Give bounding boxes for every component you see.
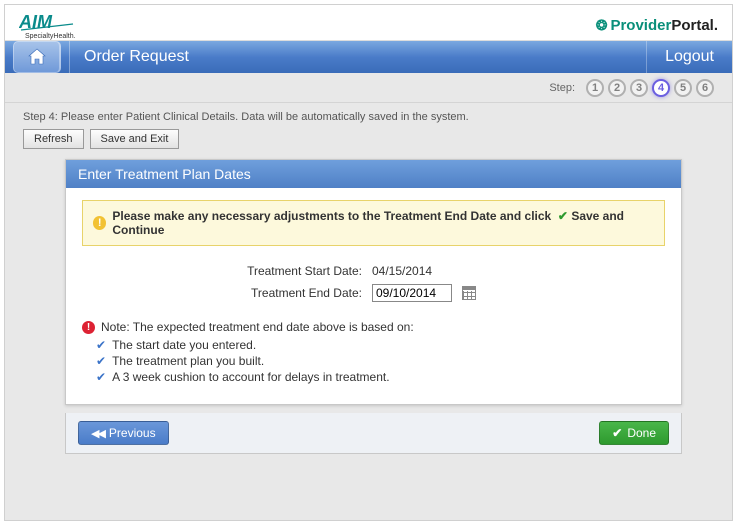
globe-icon: ❂: [596, 17, 608, 34]
step-label: Step:: [549, 82, 575, 94]
note-item: ✔ A 3 week cushion to account for delays …: [96, 370, 665, 384]
treatment-card: Enter Treatment Plan Dates ! Please make…: [65, 159, 682, 405]
done-label: Done: [627, 426, 656, 440]
check-icon: ✔: [612, 426, 622, 440]
aim-logo-top: AIM: [19, 12, 53, 32]
step-circle-3[interactable]: 3: [630, 79, 648, 97]
check-icon: ✔: [96, 338, 106, 352]
page-title: Order Request: [80, 48, 646, 66]
aim-logo-sub: SpecialtyHealth.: [25, 33, 76, 40]
step-circle-4[interactable]: 4: [652, 79, 670, 97]
logout-link[interactable]: Logout: [646, 41, 732, 73]
end-date-row: Treatment End Date:: [222, 284, 665, 302]
note-text: The treatment plan you built.: [112, 354, 264, 368]
check-icon: ✔: [558, 209, 568, 223]
step-circle-6[interactable]: 6: [696, 79, 714, 97]
previous-label: Previous: [109, 426, 156, 440]
step-circle-1[interactable]: 1: [586, 79, 604, 97]
start-date-value: 04/15/2014: [372, 264, 432, 278]
step-indicator-row: Step: 123456: [5, 73, 732, 103]
toolbar: Refresh Save and Exit: [5, 129, 732, 159]
warning-icon: !: [93, 216, 106, 230]
note-text: A 3 week cushion to account for delays i…: [112, 370, 390, 384]
portal-word: Portal: [671, 17, 714, 34]
step-instructions: Step 4: Please enter Patient Clinical De…: [5, 103, 732, 129]
note-item: ✔ The start date you entered.: [96, 338, 665, 352]
refresh-button[interactable]: Refresh: [23, 129, 84, 149]
alert-banner: ! Please make any necessary adjustments …: [82, 200, 665, 246]
note-text: The start date you entered.: [112, 338, 256, 352]
aim-logo: AIM SpecialtyHealth.: [19, 10, 109, 40]
provider-word: Provider: [610, 17, 671, 34]
nav-separator: [69, 41, 70, 73]
card-body: ! Please make any necessary adjustments …: [66, 188, 681, 404]
note-list: ✔ The start date you entered. ✔ The treatme…: [82, 338, 665, 384]
provider-portal-logo: ❂ ProviderPortal.: [596, 17, 718, 40]
home-button[interactable]: [13, 41, 61, 73]
card-footer: ◀◀ Previous ✔ Done: [65, 413, 682, 454]
app-viewport: AIM SpecialtyHealth. ❂ ProviderPortal. O…: [4, 4, 733, 521]
check-icon: ✔: [96, 354, 106, 368]
portal-dot: .: [714, 17, 718, 34]
step-circle-2[interactable]: 2: [608, 79, 626, 97]
dates-section: Treatment Start Date: 04/15/2014 Treatme…: [222, 264, 665, 302]
calendar-icon[interactable]: [462, 286, 476, 300]
window-frame: AIM SpecialtyHealth. ❂ ProviderPortal. O…: [0, 0, 737, 525]
end-date-label: Treatment End Date:: [222, 286, 362, 300]
step-circle-5[interactable]: 5: [674, 79, 692, 97]
card-header: Enter Treatment Plan Dates: [66, 160, 681, 188]
alert-text-pre: Please make any necessary adjustments to…: [112, 209, 551, 223]
check-icon: ✔: [96, 370, 106, 384]
note-item: ✔ The treatment plan you built.: [96, 354, 665, 368]
save-exit-button[interactable]: Save and Exit: [90, 129, 180, 149]
logo-bar: AIM SpecialtyHealth. ❂ ProviderPortal.: [5, 5, 732, 41]
note-header: Note: The expected treatment end date ab…: [101, 320, 414, 334]
nav-bar: Order Request Logout: [5, 41, 732, 73]
info-icon: !: [82, 321, 95, 334]
note-section: ! Note: The expected treatment end date …: [82, 320, 665, 384]
end-date-input[interactable]: [372, 284, 452, 302]
previous-button[interactable]: ◀◀ Previous: [78, 421, 169, 445]
start-date-row: Treatment Start Date: 04/15/2014: [222, 264, 665, 278]
done-button[interactable]: ✔ Done: [599, 421, 669, 445]
rewind-icon: ◀◀: [91, 427, 104, 440]
start-date-label: Treatment Start Date:: [222, 264, 362, 278]
home-icon: [27, 48, 47, 66]
